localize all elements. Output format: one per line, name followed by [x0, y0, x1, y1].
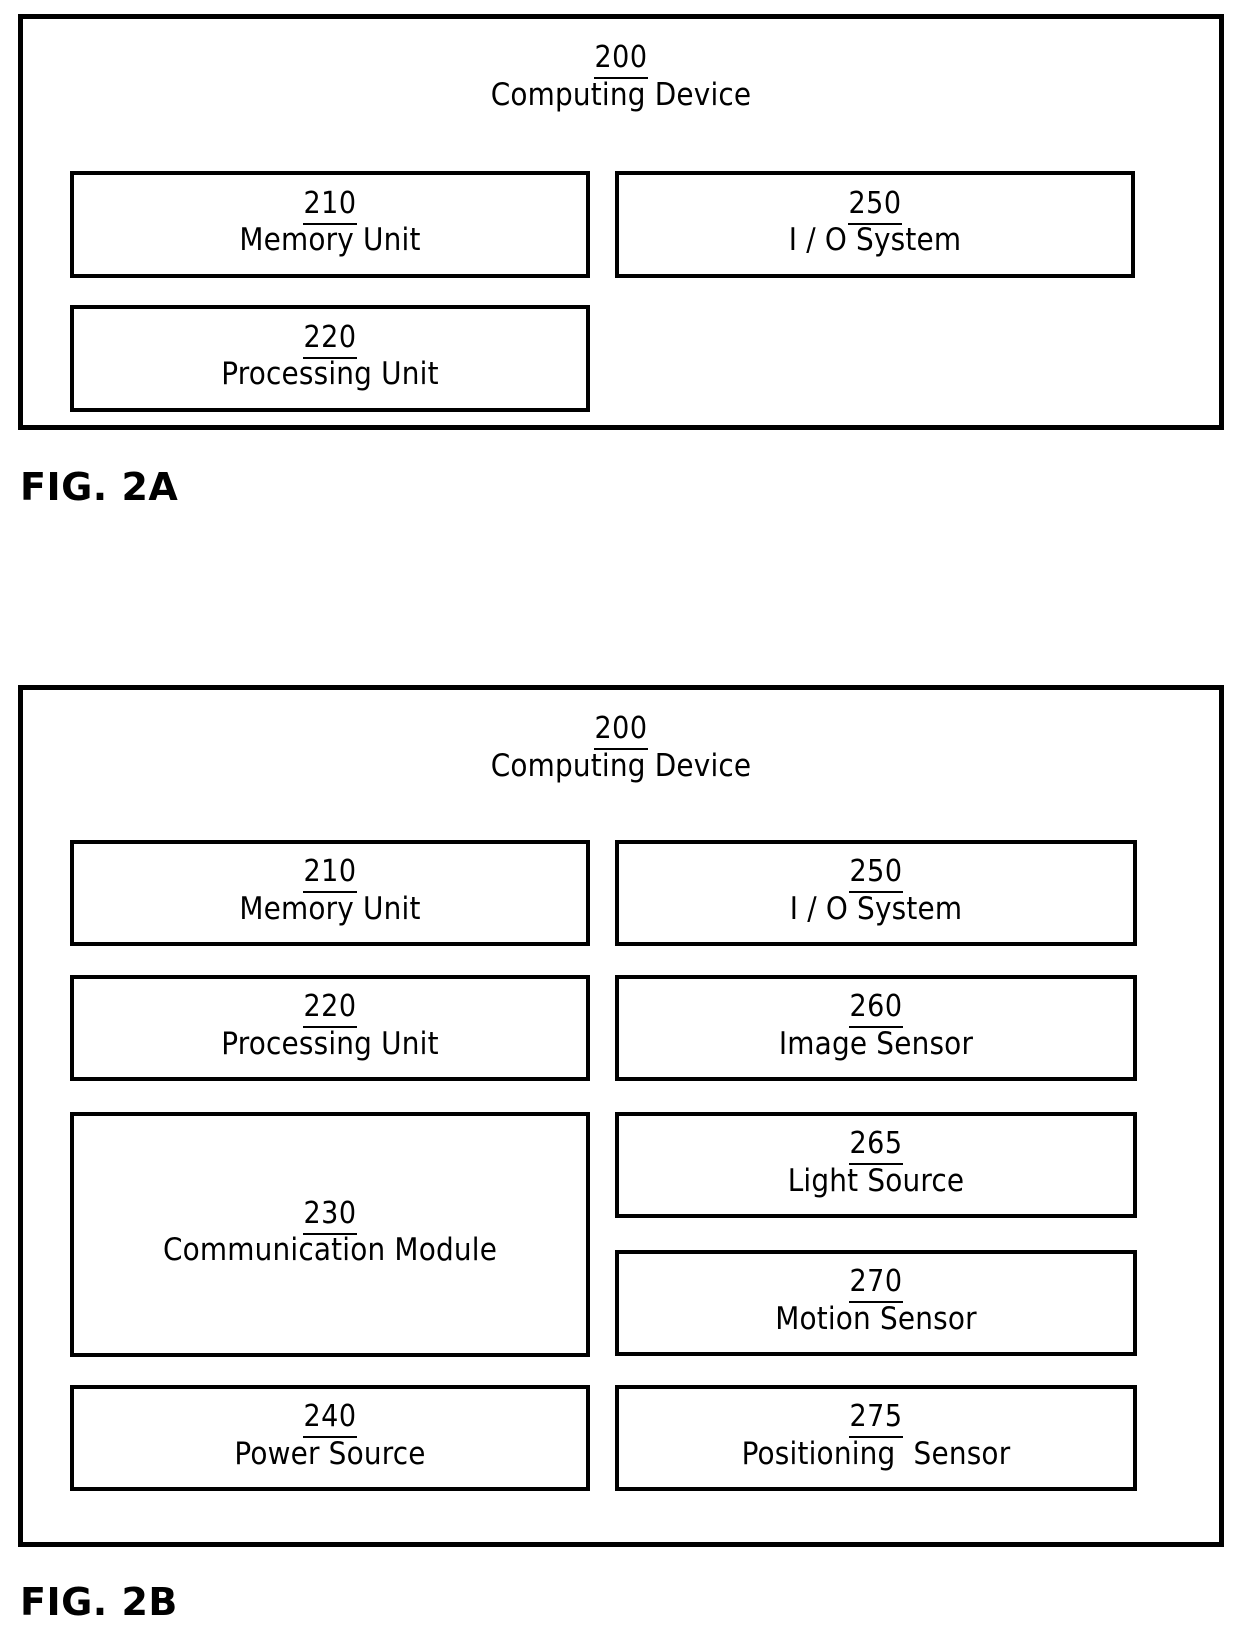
block-label-processing-unit: Processing Unit [221, 356, 439, 393]
block-processing-unit-220: 220 Processing Unit [70, 305, 590, 412]
reference-numeral-220: 220 [303, 989, 357, 1029]
reference-numeral-200: 200 [23, 711, 1219, 750]
block-memory-unit-210: 210 Memory Unit [70, 171, 590, 278]
reference-numeral-200: 200 [23, 40, 1219, 79]
block-label-processing-unit: Processing Unit [221, 1025, 439, 1062]
container-label: Computing Device [490, 747, 752, 784]
reference-numeral-270: 270 [849, 1264, 903, 1304]
block-label-memory-unit: Memory Unit [239, 890, 421, 927]
block-io-system-250: 250 I / O System [615, 840, 1137, 946]
block-memory-unit-210: 210 Memory Unit [70, 840, 590, 946]
figure-2a-outer-block: 200 Computing Device 210 Memory Unit 250… [18, 14, 1224, 430]
reference-numeral-250: 250 [848, 185, 902, 225]
block-label-memory-unit: Memory Unit [239, 222, 421, 259]
block-motion-sensor-270: 270 Motion Sensor [615, 1250, 1137, 1356]
figure-2a-container-title: 200 Computing Device [23, 40, 1219, 116]
reference-numeral-210: 210 [303, 185, 357, 225]
block-positioning-sensor-275: 275 Positioning Sensor [615, 1385, 1137, 1491]
block-label-light-source: Light Source [787, 1162, 965, 1199]
block-label-positioning-sensor: Positioning Sensor [741, 1435, 1011, 1472]
block-label-communication-module: Communication Module [162, 1232, 498, 1269]
block-communication-module-230: 230 Communication Module [70, 1112, 590, 1357]
reference-numeral-210: 210 [303, 854, 357, 894]
block-label-motion-sensor: Motion Sensor [775, 1300, 977, 1337]
block-power-source-240: 240 Power Source [70, 1385, 590, 1491]
reference-numeral-230: 230 [303, 1195, 357, 1235]
reference-numeral-260: 260 [849, 989, 903, 1029]
reference-numeral-265: 265 [849, 1126, 903, 1166]
reference-numeral-250: 250 [849, 854, 903, 894]
container-label: Computing Device [490, 76, 752, 113]
block-label-io-system: I / O System [788, 222, 962, 259]
reference-numeral-240: 240 [303, 1399, 357, 1439]
block-label-image-sensor: Image Sensor [778, 1025, 974, 1062]
block-image-sensor-260: 260 Image Sensor [615, 975, 1137, 1081]
figure-caption-2a: FIG. 2A [20, 465, 179, 509]
figure-2b-container-title: 200 Computing Device [23, 711, 1219, 787]
block-label-io-system: I / O System [789, 890, 963, 927]
block-processing-unit-220: 220 Processing Unit [70, 975, 590, 1081]
figure-caption-2b: FIG. 2B [20, 1580, 178, 1624]
reference-numeral-220: 220 [303, 319, 357, 359]
block-io-system-250: 250 I / O System [615, 171, 1135, 278]
reference-numeral-275: 275 [849, 1399, 903, 1439]
block-light-source-265: 265 Light Source [615, 1112, 1137, 1218]
figure-2b-outer-block: 200 Computing Device 210 Memory Unit 250… [18, 685, 1224, 1547]
block-label-power-source: Power Source [234, 1435, 426, 1472]
